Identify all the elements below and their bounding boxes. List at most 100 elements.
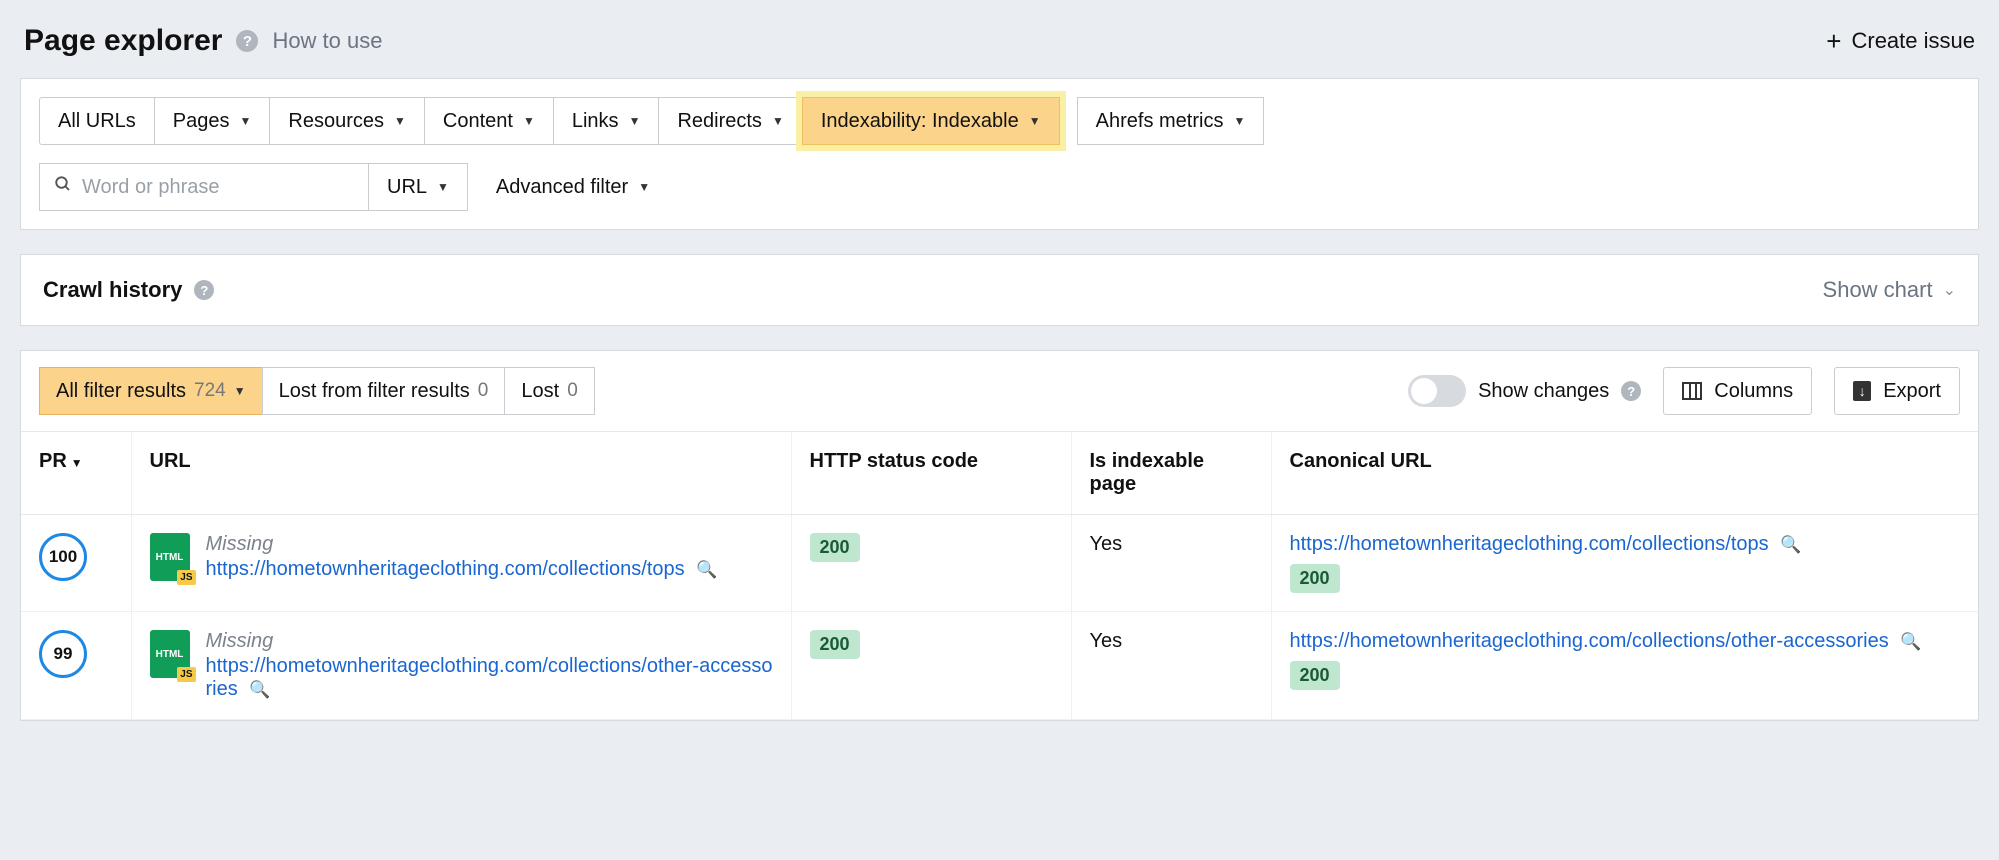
table-row: 99 HTML Missing https://hometownheritage… <box>21 612 1978 720</box>
tab-all-filter-count: 724 <box>194 380 226 402</box>
inspect-icon[interactable]: 🔍 <box>1780 535 1801 554</box>
canonical-status-badge: 200 <box>1290 661 1340 690</box>
filter-all-urls-label: All URLs <box>58 110 136 133</box>
html-file-icon: HTML <box>150 630 190 678</box>
html-file-icon: HTML <box>150 533 190 581</box>
tab-lost-label: Lost <box>521 380 559 403</box>
col-header-canonical[interactable]: Canonical URL <box>1271 432 1978 515</box>
table-header-row: PR ▼ URL HTTP status code Is indexable pa… <box>21 432 1978 515</box>
filter-redirects-label: Redirects <box>677 110 761 133</box>
canonical-url-link[interactable]: https://hometownheritageclothing.com/col… <box>1290 630 1922 652</box>
caret-down-icon: ▼ <box>240 114 252 128</box>
advanced-filter-button[interactable]: Advanced filter ▼ <box>490 163 656 211</box>
caret-down-icon: ▼ <box>437 180 449 194</box>
page-title-missing: Missing <box>206 630 773 653</box>
col-header-url-label: URL <box>150 450 191 472</box>
tab-lost-from-filter[interactable]: Lost from filter results 0 <box>262 367 506 415</box>
caret-down-icon: ▼ <box>523 114 535 128</box>
help-icon[interactable]: ? <box>194 280 214 300</box>
create-issue-label: Create issue <box>1851 28 1975 54</box>
filter-indexability[interactable]: Indexability: Indexable ▼ <box>802 97 1060 145</box>
col-header-indexable[interactable]: Is indexable page <box>1071 432 1271 515</box>
http-status-badge: 200 <box>810 533 860 562</box>
caret-down-icon: ▼ <box>394 114 406 128</box>
table-row: 100 HTML Missing https://hometownheritag… <box>21 515 1978 612</box>
filter-pages[interactable]: Pages ▼ <box>154 97 271 145</box>
col-header-indexable-label: Is indexable page <box>1090 450 1205 495</box>
filter-links[interactable]: Links ▼ <box>553 97 660 145</box>
create-issue-button[interactable]: + Create issue <box>1826 28 1975 54</box>
canonical-url-link[interactable]: https://hometownheritageclothing.com/col… <box>1290 533 1802 555</box>
pr-badge: 99 <box>39 630 87 678</box>
crawl-history-title: Crawl history <box>43 277 182 303</box>
col-header-url[interactable]: URL <box>131 432 791 515</box>
tab-all-filter-label: All filter results <box>56 380 186 403</box>
columns-label: Columns <box>1714 380 1793 403</box>
filter-ahrefs-metrics[interactable]: Ahrefs metrics ▼ <box>1077 97 1265 145</box>
tab-lost-count: 0 <box>567 380 578 402</box>
filter-resources[interactable]: Resources ▼ <box>269 97 425 145</box>
search-icon <box>54 175 72 199</box>
results-panel: All filter results 724 ▼ Lost from filte… <box>20 350 1979 721</box>
search-input[interactable] <box>82 176 354 199</box>
inspect-icon[interactable]: 🔍 <box>249 680 270 699</box>
columns-button[interactable]: Columns <box>1663 367 1812 415</box>
filter-pages-label: Pages <box>173 110 230 133</box>
show-chart-label: Show chart <box>1823 277 1933 303</box>
inspect-icon[interactable]: 🔍 <box>1900 632 1921 651</box>
pr-badge: 100 <box>39 533 87 581</box>
caret-down-icon: ▼ <box>772 114 784 128</box>
filter-indexability-label: Indexability: Indexable <box>821 110 1019 133</box>
filter-ahrefs-metrics-label: Ahrefs metrics <box>1096 110 1224 133</box>
filter-links-label: Links <box>572 110 619 133</box>
chevron-down-icon: ⌄ <box>1943 280 1956 300</box>
sort-desc-icon: ▼ <box>71 456 83 470</box>
search-input-wrapper[interactable] <box>39 163 369 211</box>
tab-lost-from-filter-label: Lost from filter results <box>279 380 470 403</box>
filter-content[interactable]: Content ▼ <box>424 97 554 145</box>
help-icon[interactable]: ? <box>1621 381 1641 401</box>
show-chart-toggle[interactable]: Show chart ⌄ <box>1823 277 1956 303</box>
col-header-http[interactable]: HTTP status code <box>791 432 1071 515</box>
caret-down-icon: ▼ <box>1029 114 1041 128</box>
results-table: PR ▼ URL HTTP status code Is indexable pa… <box>21 432 1978 720</box>
canonical-status-badge: 200 <box>1290 564 1340 593</box>
col-header-pr-label: PR <box>39 450 67 472</box>
filter-all-urls[interactable]: All URLs <box>39 97 155 145</box>
indexable-value: Yes <box>1090 533 1123 555</box>
search-scope-label: URL <box>387 176 427 199</box>
tab-lost-from-filter-count: 0 <box>478 380 489 402</box>
tab-lost[interactable]: Lost 0 <box>504 367 594 415</box>
page-url-link[interactable]: https://hometownheritageclothing.com/col… <box>206 558 718 581</box>
page-title-missing: Missing <box>206 533 718 556</box>
filter-redirects[interactable]: Redirects ▼ <box>658 97 802 145</box>
caret-down-icon: ▼ <box>629 114 641 128</box>
tab-all-filter-results[interactable]: All filter results 724 ▼ <box>39 367 263 415</box>
http-status-badge: 200 <box>810 630 860 659</box>
col-header-http-label: HTTP status code <box>810 450 979 472</box>
export-button[interactable]: ↓ Export <box>1834 367 1960 415</box>
inspect-icon[interactable]: 🔍 <box>696 560 717 579</box>
show-changes-toggle[interactable] <box>1408 375 1466 407</box>
crawl-history-panel: Crawl history ? Show chart ⌄ <box>20 254 1979 326</box>
filters-panel: All URLs Pages ▼ Resources ▼ Content ▼ L… <box>20 78 1979 230</box>
advanced-filter-label: Advanced filter <box>496 176 628 199</box>
caret-down-icon: ▼ <box>234 384 246 398</box>
how-to-use-link[interactable]: How to use <box>272 28 382 54</box>
search-group: URL ▼ <box>39 163 468 211</box>
help-icon[interactable]: ? <box>236 30 258 52</box>
search-scope-url[interactable]: URL ▼ <box>369 163 468 211</box>
page-title: Page explorer <box>24 24 222 58</box>
page-url-link[interactable]: https://hometownheritageclothing.com/col… <box>206 655 773 701</box>
export-icon: ↓ <box>1853 381 1871 401</box>
results-toolbar: All filter results 724 ▼ Lost from filte… <box>21 351 1978 432</box>
show-changes-label: Show changes <box>1478 380 1609 403</box>
filter-resources-label: Resources <box>288 110 384 133</box>
caret-down-icon: ▼ <box>1233 114 1245 128</box>
col-header-canonical-label: Canonical URL <box>1290 450 1432 472</box>
plus-icon: + <box>1826 28 1841 54</box>
col-header-pr[interactable]: PR ▼ <box>21 432 131 515</box>
page-header: Page explorer ? How to use + Create issu… <box>20 0 1979 78</box>
filter-row: All URLs Pages ▼ Resources ▼ Content ▼ L… <box>39 97 1960 145</box>
filter-content-label: Content <box>443 110 513 133</box>
